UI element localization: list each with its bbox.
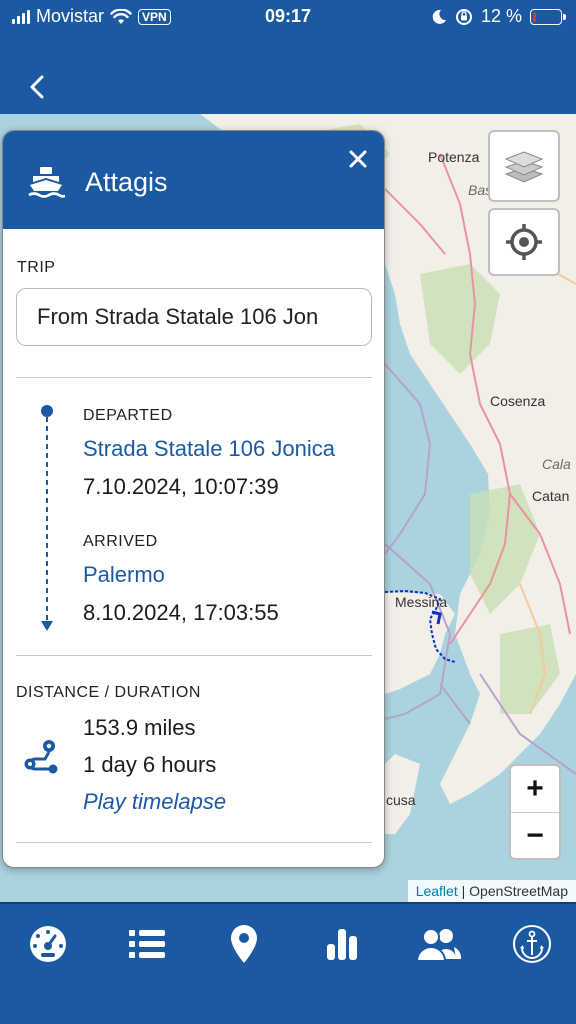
trip-label: TRIP <box>17 259 56 276</box>
divider <box>16 842 372 843</box>
battery-level <box>533 11 536 22</box>
boat-icon <box>28 167 65 198</box>
bottom-nav <box>0 902 576 1024</box>
timeline-line <box>41 405 53 631</box>
map-label-catan: Catan <box>532 488 570 504</box>
map-pin-icon <box>231 925 257 963</box>
battery-percent: 12 % <box>480 6 522 26</box>
layers-icon <box>504 151 544 183</box>
map-label-cosenza: Cosenza <box>490 393 546 409</box>
distance-value: 153.9 miles <box>83 715 196 740</box>
attribution-separator: | <box>461 883 466 899</box>
orientation-lock-icon <box>455 8 472 25</box>
arrived-label: ARRIVED <box>83 533 158 550</box>
panel-header: Attagis <box>3 131 384 229</box>
zoom-control: + − <box>509 764 561 860</box>
route-icon <box>24 740 58 774</box>
map-label-potenza: Potenza <box>428 149 480 165</box>
crosshair-icon <box>506 224 542 260</box>
back-button[interactable] <box>22 72 52 102</box>
users-icon <box>415 928 462 962</box>
duration-value: 1 day 6 hours <box>83 752 217 777</box>
departed-label: DEPARTED <box>83 407 173 424</box>
zoom-out-button[interactable]: − <box>511 812 559 858</box>
nav-dashboard[interactable] <box>24 922 72 966</box>
departed-time: 7.10.2024, 10:07:39 <box>83 474 279 499</box>
nav-stats[interactable] <box>318 922 366 966</box>
nav-map[interactable] <box>220 922 268 966</box>
distance-duration-label: DISTANCE / DURATION <box>16 684 201 701</box>
map-label-cala: Cala <box>542 456 571 472</box>
battery-icon <box>530 8 566 25</box>
play-timelapse-link[interactable]: Play timelapse <box>83 789 226 815</box>
divider <box>16 377 372 378</box>
osm-attribution[interactable]: OpenStreetMap <box>469 883 568 899</box>
moon-icon <box>432 9 446 24</box>
list-icon <box>129 930 165 958</box>
leaflet-link[interactable]: Leaflet <box>416 883 458 899</box>
trip-select[interactable]: From Strada Statale 106 Jon <box>16 288 372 346</box>
status-bar: Movistar VPN 09:17 12 % <box>0 0 576 36</box>
nav-list[interactable] <box>123 922 171 966</box>
map-label-cusa: cusa <box>386 792 416 808</box>
map-label-messina: Messina <box>395 594 448 610</box>
map-attribution: Leaflet | OpenStreetMap <box>407 880 576 902</box>
nav-crew[interactable] <box>414 922 462 966</box>
departed-place-link[interactable]: Strada Statale 106 Jonica <box>83 436 335 462</box>
panel-title: Attagis <box>85 167 168 197</box>
chevron-left-icon <box>30 75 44 99</box>
layers-button[interactable] <box>488 130 560 202</box>
locate-button[interactable] <box>488 208 560 276</box>
status-right: 12 % <box>431 6 566 27</box>
dashboard-icon <box>30 926 66 962</box>
trip-panel: Attagis TRIP From Strada Statale 106 Jon… <box>2 130 385 868</box>
zoom-in-button[interactable]: + <box>511 766 559 812</box>
close-icon[interactable] <box>346 147 370 171</box>
divider <box>16 655 372 656</box>
anchor-icon <box>513 925 551 963</box>
nav-anchor[interactable] <box>508 922 556 966</box>
arrived-time: 8.10.2024, 17:03:55 <box>83 600 279 625</box>
app-header <box>0 36 576 114</box>
bar-chart-icon <box>327 929 357 960</box>
arrived-place-link[interactable]: Palermo <box>83 562 165 588</box>
